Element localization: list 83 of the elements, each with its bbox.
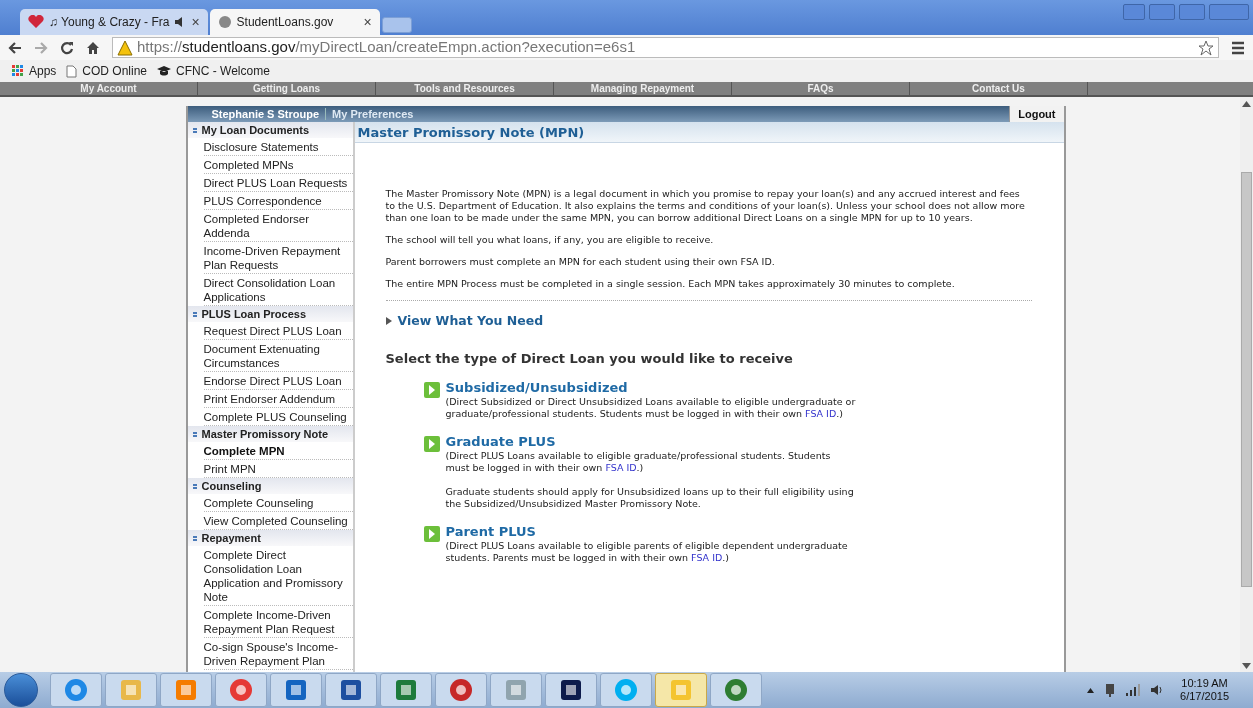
tab-title: ♫ Young & Crazy - Fra — [49, 14, 170, 31]
grip-dots-icon — [192, 431, 197, 437]
browser-tab[interactable]: StudentLoans.gov × — [209, 9, 380, 35]
fsa-id-link[interactable]: FSA ID — [691, 552, 723, 563]
arrow-square-icon — [423, 382, 440, 398]
page-icon — [66, 64, 78, 78]
loan-type-link[interactable]: Graduate PLUS — [445, 434, 856, 450]
bookmark-link[interactable]: COD Online — [66, 62, 148, 80]
fsa-id-link[interactable]: FSA ID — [805, 408, 837, 419]
address-bar[interactable]: https://studentloans.gov/myDirectLoan/createEmpn.action?execution=e6s1 — [112, 37, 1219, 58]
tab-close-button[interactable]: × — [363, 11, 372, 33]
sidebar-link[interactable]: Complete Income-Driven Repayment Plan Request — [203, 606, 353, 638]
sidebar-link[interactable]: Endorse Direct PLUS Loan — [203, 372, 353, 390]
star-icon[interactable] — [1198, 39, 1214, 56]
signal-bars-icon[interactable] — [1126, 684, 1141, 696]
sidebar-link[interactable]: Income-Driven Repayment Plan Requests — [203, 242, 353, 274]
sidebar-link[interactable]: Complete Direct Consolidation Loan Application and Promissory Note — [203, 546, 353, 606]
grip-dots-icon — [192, 535, 197, 541]
sidebar-link[interactable]: Completed Endorser Addenda — [203, 210, 353, 242]
section-title: My Loan Documents — [201, 122, 310, 138]
arrow-square-icon — [423, 526, 440, 542]
show-hidden-icons-icon[interactable] — [1087, 687, 1095, 693]
new-tab-button[interactable] — [381, 17, 412, 33]
loan-type-link[interactable]: Subsidized/Unsubsidized — [445, 380, 856, 396]
intro-paragraph: The school will tell you what loans, if any, you are eligible to receive. — [385, 234, 715, 246]
tab-close-button[interactable]: × — [191, 11, 200, 33]
back-arrow-icon[interactable] — [8, 40, 22, 55]
reload-icon[interactable] — [60, 40, 74, 55]
user-name-link[interactable]: Stephanie S Stroupe — [187, 105, 326, 123]
intro-paragraph: The Master Promissory Note (MPN) is a legal document in which you promise to repay your loan(s) and any accrued interest and fees to the U.S. Department of Education. It also explains the terms and conditions of your loan(s). Unless your school does not allow more than one loan to be made under the same MPN, you can borrow additional Direct Loans on a single MPN for up to 10 years. — [385, 188, 1026, 224]
sidebar-link[interactable]: Completed MPNs — [203, 156, 353, 174]
sidebar-link[interactable]: PLUS Correspondence — [203, 192, 353, 210]
main-title-bar: Master Promissory Note (MPN) — [354, 122, 1064, 143]
intro-paragraph: The entire MPN Process must be completed in a single session. Each MPN takes approximately 30 minutes to complete. — [385, 278, 956, 290]
sidebar-link[interactable]: Document Extenuating Circumstances — [203, 340, 353, 372]
home-icon[interactable] — [86, 40, 100, 55]
clock-time: 10:19 AM — [1181, 677, 1228, 690]
url-text: https://studentloans.gov/myDirectLoan/createEmpn.action?execution=e6s1 — [137, 37, 636, 58]
start-button[interactable] — [4, 673, 38, 707]
sidebar-link[interactable]: Request Direct PLUS Loan — [203, 322, 353, 340]
scrollbar-thumb[interactable] — [1241, 172, 1252, 587]
bookmark-link[interactable]: CFNC - Welcome — [157, 62, 270, 80]
sidebar-link[interactable]: Print Endorser Addendum — [203, 390, 353, 408]
tab-title: StudentLoans.gov — [236, 14, 335, 31]
grip-dots-icon — [192, 311, 197, 317]
section-title: Counseling — [201, 478, 262, 494]
grip-dots-icon — [192, 127, 197, 133]
forward-arrow-icon[interactable] — [34, 40, 48, 55]
loan-type-link[interactable]: Parent PLUS — [445, 524, 856, 540]
apps-grid-icon — [12, 65, 24, 77]
clock[interactable]: 10:19 AM 6/17/2015 — [1180, 677, 1229, 703]
menu-icon[interactable] — [1231, 40, 1245, 55]
scroll-up-icon[interactable] — [1242, 101, 1251, 107]
sidebar-link[interactable]: Direct PLUS Loan Requests — [203, 174, 353, 192]
taskbar-app-button[interactable] — [325, 673, 377, 707]
graduation-cap-icon — [157, 65, 172, 77]
intro-paragraph: Parent borrowers must complete an MPN for each student using their own FSA ID. — [385, 256, 776, 268]
view-what-you-need-toggle[interactable]: View What You Need — [385, 315, 1032, 327]
section-title: Master Promissory Note — [201, 426, 329, 442]
loan-type-description: (Direct Subsidized or Direct Unsubsidized Loans available to eligible undergraduate or graduate/professional students. Students must be logged in with their own FSA ID.) — [445, 396, 856, 420]
bookmark-link[interactable]: Apps — [12, 62, 57, 80]
fsa-id-link[interactable]: FSA ID — [605, 462, 637, 473]
logout-link[interactable]: Logout — [1009, 106, 1064, 122]
scrollbar[interactable] — [1240, 97, 1253, 672]
arrow-square-icon — [423, 436, 440, 452]
speaker-icon[interactable] — [1150, 684, 1165, 696]
sidebar-link[interactable]: Complete Counseling — [203, 494, 353, 512]
heart-icon — [28, 15, 44, 29]
scroll-down-icon[interactable] — [1242, 663, 1251, 669]
sidebar-link[interactable]: Co-sign Spouse's Income-Driven Repayment Plan — [203, 638, 353, 670]
loan-type-description: (Direct PLUS Loans available to eligible graduate/professional students. Students must be logged in with their own FSA ID.) — [445, 450, 832, 474]
taskbar-app-button[interactable] — [545, 673, 597, 707]
loan-type-note: Graduate students should apply for Unsubsidized loans up to their full eligibility using the Subsidized/Unsubsidized Master Promissory Note. — [445, 486, 855, 510]
sidebar-link[interactable]: Disclosure Statements — [203, 138, 353, 156]
sidebar-link[interactable]: Complete MPN — [203, 442, 353, 460]
loan-type-description: (Direct PLUS Loans available to eligible parents of eligible dependent undergraduate students. Parents must be logged in with their own FSA ID.) — [445, 540, 849, 564]
browser-tab[interactable]: ♫ Young & Crazy - Fra × — [20, 9, 208, 35]
section-title: Repayment — [201, 530, 261, 546]
caret-icon — [385, 317, 392, 325]
grip-dots-icon — [192, 483, 197, 489]
section-title: PLUS Loan Process — [201, 306, 307, 322]
select-heading: Select the type of Direct Loan you would like to receive — [385, 353, 794, 365]
clock-date: 6/17/2015 — [1180, 690, 1229, 703]
